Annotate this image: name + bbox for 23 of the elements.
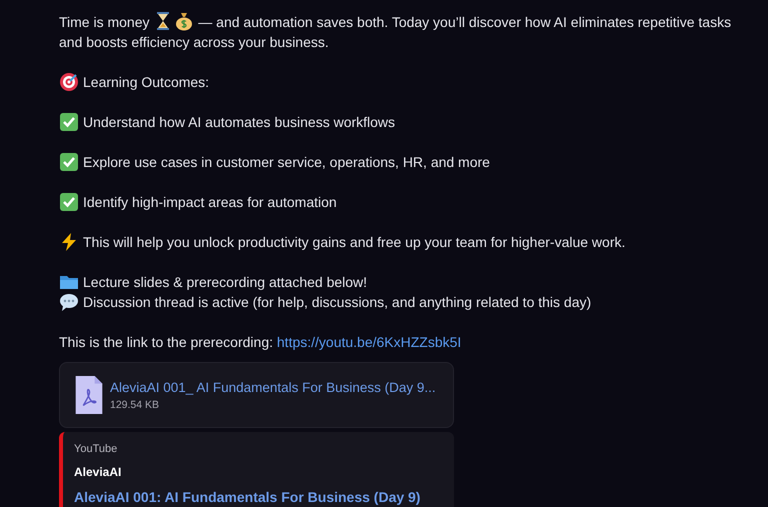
body-text: Learning Outcomes:: [83, 73, 210, 92]
checkmark-icon: [59, 152, 79, 172]
video-title-link[interactable]: AleviaAI 001: AI Fundamentals For Business (Day 9): [74, 489, 454, 506]
pdf-file-icon: [75, 376, 103, 414]
body-text: Discussion thread is active (for help, discussions, and anything related to this day): [83, 293, 592, 312]
checkmark-icon: [59, 112, 79, 132]
file-name-link[interactable]: AleviaAI 001_ AI Fundamentals For Business (Day 9...: [110, 378, 436, 396]
file-size: 129.54 KB: [110, 398, 160, 412]
target-icon: [59, 72, 79, 92]
body-text: Understand how AI automates business workflows: [83, 113, 396, 132]
body-text: Lecture slides & prerecording attached below!: [83, 273, 368, 292]
embed-author: AleviaAI: [74, 465, 122, 480]
body-text: This will help you unlock productivity gains and free up your team for higher-value work.: [83, 233, 626, 252]
money-bag-icon: [174, 11, 194, 31]
body-text: Identify high-impact areas for automation: [83, 193, 337, 212]
link-sentence: This is the link to the prerecording: https://youtu.be/6KxHZZsbk5I: [59, 333, 462, 352]
speech-bubble-icon: [59, 292, 79, 312]
body-text: Explore use cases in customer service, operations, HR, and more: [83, 153, 490, 172]
intro-paragraph: Time is money — and automation saves both. Today you’ll discover how AI eliminates repetitive tasks and boosts efficiency across your business.: [59, 11, 758, 52]
checkmark-icon: [59, 192, 79, 212]
lightning-bolt-icon: [59, 232, 79, 252]
embed-provider: YouTube: [74, 442, 118, 456]
url-link[interactable]: https://youtu.be/6KxHZZsbk5I: [276, 334, 462, 350]
